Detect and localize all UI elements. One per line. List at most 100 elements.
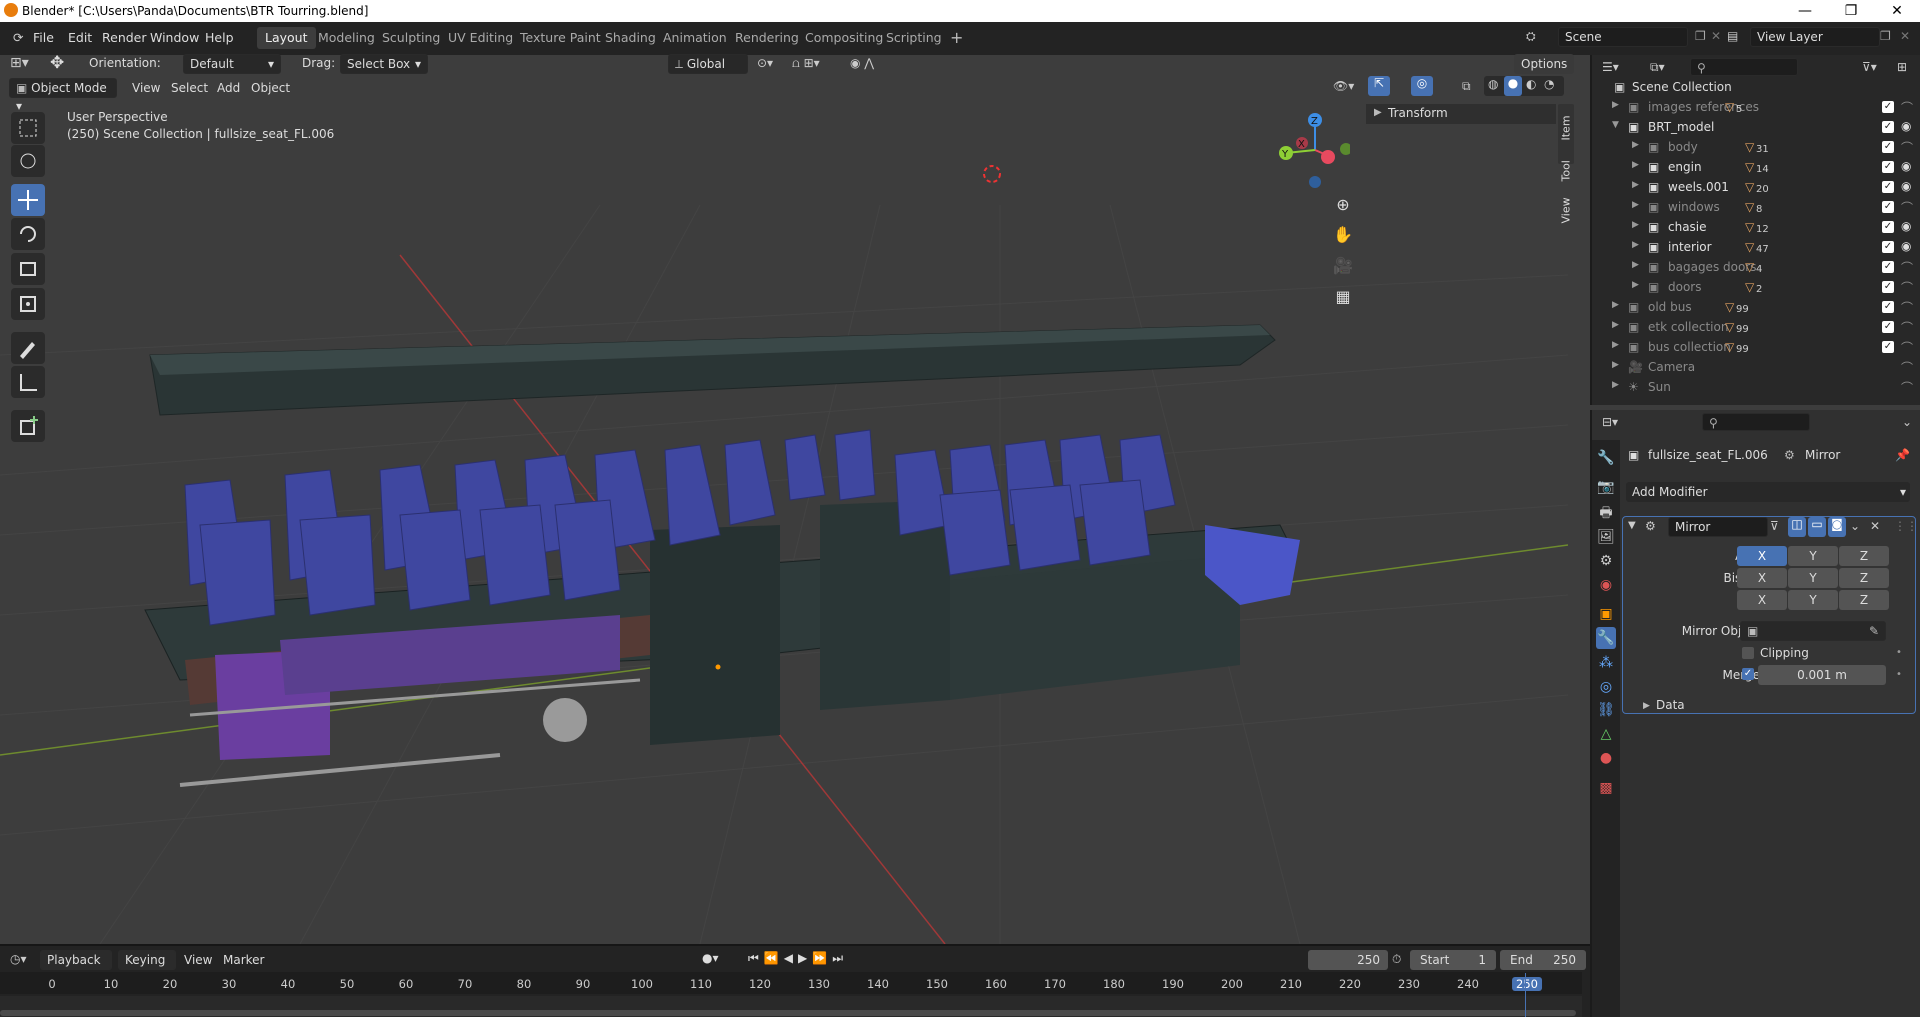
- playback-menu[interactable]: Playback ▾: [40, 950, 112, 985]
- hidden-eye-icon[interactable]: ⌒: [1901, 139, 1913, 156]
- play-icon[interactable]: ▶: [798, 951, 812, 965]
- material-tab-icon[interactable]: ●: [1596, 747, 1616, 769]
- end-frame-field[interactable]: End 250: [1500, 950, 1586, 970]
- select-box-tool[interactable]: [11, 112, 45, 144]
- solid-shading-icon[interactable]: ●: [1504, 76, 1522, 96]
- tab-shading[interactable]: Shading: [597, 27, 664, 49]
- mirror-object-field[interactable]: ▣ ✎: [1740, 621, 1886, 641]
- view-layer-field[interactable]: View Layer: [1750, 27, 1880, 47]
- preview-range-icon[interactable]: ⏱: [1392, 952, 1401, 967]
- visible-eye-icon[interactable]: ◉: [1901, 179, 1911, 193]
- material-shading-icon[interactable]: ◐: [1526, 77, 1536, 91]
- outliner-row[interactable]: ▶ ▣ bus collection ▽ 99 ✓ ⌒: [1590, 337, 1920, 357]
- play-reverse-icon[interactable]: ◀: [784, 951, 798, 965]
- menu-file[interactable]: File: [28, 28, 59, 48]
- row-expand-arrow-icon[interactable]: ▶: [1632, 220, 1639, 230]
- tab-modeling[interactable]: Modeling: [310, 27, 383, 49]
- scene-field[interactable]: Scene: [1558, 27, 1688, 47]
- outliner-row[interactable]: ▶ ▣ images references ▽ 5 ✓ ⌒: [1590, 97, 1920, 117]
- clipping-checkbox[interactable]: [1742, 647, 1754, 659]
- annotate-tool[interactable]: [11, 332, 45, 364]
- viewport-menu-view[interactable]: View: [132, 81, 160, 95]
- outliner-row-scene-collection[interactable]: ▣ Scene Collection: [1592, 77, 1920, 97]
- editor-type-icon[interactable]: ⊞▾: [10, 55, 29, 71]
- proportional-edit-icon[interactable]: ◉ ⋀: [850, 56, 874, 70]
- data-expand-arrow-icon[interactable]: ▶: [1643, 701, 1650, 711]
- outliner-row[interactable]: ▶ ▣ engin ▽ 14 ✓ ◉: [1590, 157, 1920, 177]
- exclude-checkbox[interactable]: ✓: [1882, 201, 1894, 213]
- viewport-toggle-icon[interactable]: ▭: [1808, 517, 1826, 537]
- merge-keyframe-dot[interactable]: •: [1896, 669, 1902, 680]
- drag-dropdown[interactable]: Select Box ▾: [340, 54, 428, 74]
- next-keyframe-icon[interactable]: ⏩: [812, 951, 832, 965]
- hidden-eye-icon[interactable]: ⌒: [1901, 379, 1913, 396]
- modifier-menu-icon[interactable]: ⌄: [1850, 519, 1860, 533]
- exclude-checkbox[interactable]: ✓: [1882, 161, 1894, 173]
- outliner-row[interactable]: ▶ ▣ etk collection ▽ 99 ✓ ⌒: [1590, 317, 1920, 337]
- jump-end-icon[interactable]: ⏭: [832, 951, 848, 965]
- pan-hand-icon[interactable]: ✋: [1329, 221, 1357, 249]
- hidden-eye-icon[interactable]: ⌒: [1901, 319, 1913, 336]
- view-layer-tab-icon[interactable]: 🖼: [1596, 526, 1616, 548]
- close-button[interactable]: ✕: [1874, 0, 1920, 22]
- outliner-row[interactable]: ▶ ▣ body ▽ 31 ✓ ⌒: [1590, 137, 1920, 157]
- render-toggle-icon[interactable]: ◙: [1828, 517, 1846, 537]
- start-frame-field[interactable]: Start 1: [1410, 950, 1496, 970]
- data-subpanel-label[interactable]: Data: [1656, 698, 1685, 712]
- merge-distance-field[interactable]: 0.001 m: [1758, 665, 1886, 685]
- visible-eye-icon[interactable]: ◉: [1901, 219, 1911, 233]
- outliner-row[interactable]: ▶ ▣ doors ▽ 2 ✓ ⌒: [1590, 277, 1920, 297]
- tool-tab-icon[interactable]: 🔧: [1596, 447, 1616, 469]
- flip-z-toggle[interactable]: Z: [1839, 590, 1889, 610]
- tab-texture-paint[interactable]: Texture Paint: [512, 27, 609, 49]
- render-tab-icon[interactable]: 📷: [1596, 476, 1616, 498]
- outliner-row[interactable]: ▶ ▣ bagages doors ▽ 4 ✓ ⌒: [1590, 257, 1920, 277]
- hidden-eye-icon[interactable]: ⌒: [1901, 279, 1913, 296]
- row-expand-arrow-icon[interactable]: ▶: [1632, 280, 1639, 290]
- rendered-shading-icon[interactable]: ◔: [1544, 77, 1554, 91]
- exclude-checkbox[interactable]: ✓: [1882, 181, 1894, 193]
- clipping-keyframe-dot[interactable]: •: [1896, 647, 1902, 658]
- row-expand-arrow-icon[interactable]: ▶: [1612, 340, 1619, 350]
- jump-start-icon[interactable]: ⏮: [748, 951, 764, 965]
- outliner-row[interactable]: ▼ ▣ BRT_model ✓ ◉: [1590, 117, 1920, 137]
- exclude-checkbox[interactable]: ✓: [1882, 221, 1894, 233]
- axis-z-toggle[interactable]: Z: [1839, 546, 1889, 566]
- merge-checkbox[interactable]: ✓: [1742, 668, 1754, 680]
- outliner-row[interactable]: ▶ ▣ windows ▽ 8 ✓ ⌒: [1590, 197, 1920, 217]
- keying-menu[interactable]: Keying ▾: [118, 950, 176, 985]
- tab-uv-editing[interactable]: UV Editing: [440, 27, 521, 49]
- new-collection-icon[interactable]: ⊞: [1897, 60, 1907, 74]
- drag-handle-icon[interactable]: ⋮⋮: [1894, 519, 1918, 533]
- delete-scene-icon[interactable]: ✕: [1711, 29, 1721, 43]
- hidden-eye-icon[interactable]: ⌒: [1901, 199, 1913, 216]
- editmode-toggle-icon[interactable]: ◫: [1788, 517, 1806, 537]
- delete-view-layer-icon[interactable]: ✕: [1900, 29, 1910, 43]
- pin-icon[interactable]: 📌: [1895, 448, 1910, 462]
- hidden-eye-icon[interactable]: ⌒: [1901, 359, 1913, 376]
- properties-options-icon[interactable]: ⌄: [1902, 415, 1912, 429]
- exclude-checkbox[interactable]: ✓: [1882, 141, 1894, 153]
- maximize-button[interactable]: ❐: [1828, 0, 1874, 22]
- camera-view-icon[interactable]: 🎥: [1329, 252, 1357, 280]
- flip-x-toggle[interactable]: X: [1737, 590, 1787, 610]
- tab-sculpting[interactable]: Sculpting: [374, 27, 448, 49]
- sidebar-tab-tool[interactable]: Tool: [1558, 153, 1574, 193]
- edit-cage-icon[interactable]: ⊽: [1770, 519, 1779, 533]
- modifier-name-input[interactable]: Mirror: [1668, 517, 1768, 537]
- transform-tool-icon[interactable]: ✥: [50, 53, 64, 73]
- gizmo-toggle-icon[interactable]: ⇱: [1368, 76, 1390, 96]
- tab-animation[interactable]: Animation: [655, 27, 735, 49]
- visible-eye-icon[interactable]: ◉: [1901, 239, 1911, 253]
- orientation-dropdown[interactable]: Default ▾: [183, 54, 281, 74]
- outliner-row[interactable]: ▶ ☀ Sun ⌒: [1590, 377, 1920, 397]
- row-expand-arrow-icon[interactable]: ▶: [1612, 360, 1619, 370]
- transform-tool[interactable]: [11, 288, 45, 320]
- timeline-view-menu[interactable]: View: [184, 953, 212, 967]
- measure-tool[interactable]: [11, 366, 45, 398]
- row-expand-arrow-icon[interactable]: ▶: [1632, 160, 1639, 170]
- hidden-eye-icon[interactable]: ⌒: [1901, 259, 1913, 276]
- perspective-toggle-icon[interactable]: ▦: [1329, 283, 1357, 311]
- add-workspace-icon[interactable]: +: [942, 27, 971, 49]
- visible-eye-icon[interactable]: ◉: [1901, 119, 1911, 133]
